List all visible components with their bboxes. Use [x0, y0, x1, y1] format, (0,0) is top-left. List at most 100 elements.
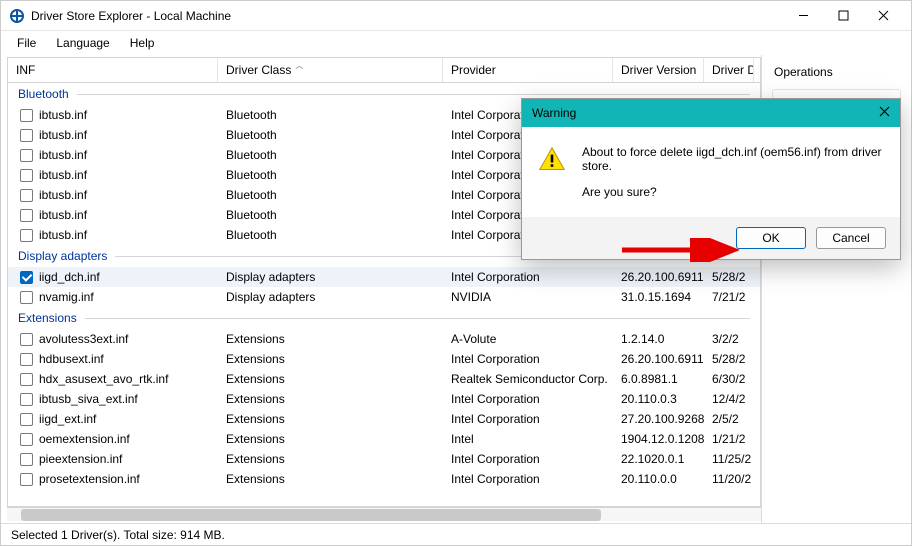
row-checkbox[interactable] [20, 189, 33, 202]
driver-date: 1/21/2 [704, 432, 754, 446]
row-checkbox[interactable] [20, 453, 33, 466]
scrollbar-thumb[interactable] [21, 509, 601, 521]
sort-asc-icon: ︿ [295, 60, 303, 71]
driver-version: 1.2.14.0 [613, 332, 704, 346]
row-checkbox[interactable] [20, 393, 33, 406]
row-checkbox[interactable] [20, 109, 33, 122]
driver-class: Bluetooth [218, 148, 443, 162]
window-controls [783, 2, 903, 30]
provider: NVIDIA [443, 290, 613, 304]
driver-class: Extensions [218, 412, 443, 426]
group-header[interactable]: Extensions [8, 307, 760, 329]
cancel-button[interactable]: Cancel [816, 227, 886, 249]
provider: Intel Corporation [443, 472, 613, 486]
col-provider[interactable]: Provider [443, 58, 613, 82]
menu-help[interactable]: Help [122, 34, 163, 52]
col-driver-version[interactable]: Driver Version [613, 58, 704, 82]
row-checkbox[interactable] [20, 129, 33, 142]
table-row[interactable]: prosetextension.infExtensionsIntel Corpo… [8, 469, 760, 489]
row-checkbox[interactable] [20, 169, 33, 182]
row-checkbox[interactable] [20, 433, 33, 446]
driver-class: Bluetooth [218, 228, 443, 242]
driver-version: 20.110.0.3 [613, 392, 704, 406]
dialog-line2: Are you sure? [582, 185, 884, 199]
provider: A-Volute [443, 332, 613, 346]
driver-version: 6.0.8981.1 [613, 372, 704, 386]
dialog-message: About to force delete iigd_dch.inf (oem5… [582, 145, 884, 199]
menu-language[interactable]: Language [48, 34, 117, 52]
col-inf[interactable]: INF [8, 58, 218, 82]
inf-name: ibtusb.inf [39, 148, 87, 162]
inf-name: hdbusext.inf [39, 352, 104, 366]
minimize-button[interactable] [783, 2, 823, 30]
inf-name: oemextension.inf [39, 432, 130, 446]
table-row[interactable]: iigd_dch.infDisplay adaptersIntel Corpor… [8, 267, 760, 287]
row-checkbox[interactable] [20, 291, 33, 304]
table-row[interactable]: oemextension.infExtensionsIntel1904.12.0… [8, 429, 760, 449]
operations-label: Operations [770, 63, 903, 87]
driver-class: Extensions [218, 332, 443, 346]
row-checkbox[interactable] [20, 209, 33, 222]
driver-class: Bluetooth [218, 128, 443, 142]
provider: Intel Corporation [443, 452, 613, 466]
dialog-line1: About to force delete iigd_dch.inf (oem5… [582, 145, 884, 173]
col-driver-class[interactable]: Driver Class︿ [218, 58, 443, 82]
app-window: Driver Store Explorer - Local Machine Fi… [0, 0, 912, 546]
row-checkbox[interactable] [20, 473, 33, 486]
row-checkbox[interactable] [20, 271, 33, 284]
dialog-body: About to force delete iigd_dch.inf (oem5… [522, 127, 900, 217]
driver-date: 5/28/2 [704, 352, 754, 366]
group-name: Extensions [18, 311, 77, 325]
dialog-titlebar[interactable]: Warning [522, 99, 900, 127]
inf-name: ibtusb.inf [39, 108, 87, 122]
driver-version: 26.20.100.6911 [613, 270, 704, 284]
status-text: Selected 1 Driver(s). Total size: 914 MB… [11, 528, 225, 542]
driver-version: 1904.12.0.1208 [613, 432, 704, 446]
maximize-button[interactable] [823, 2, 863, 30]
table-row[interactable]: hdbusext.infExtensionsIntel Corporation2… [8, 349, 760, 369]
menu-file[interactable]: File [9, 34, 44, 52]
annotation-arrow [620, 238, 750, 262]
horizontal-scrollbar[interactable] [7, 507, 761, 521]
driver-version: 26.20.100.6911 [613, 352, 704, 366]
inf-name: hdx_asusext_avo_rtk.inf [39, 372, 168, 386]
row-checkbox[interactable] [20, 413, 33, 426]
provider: Intel Corporation [443, 270, 613, 284]
row-checkbox[interactable] [20, 373, 33, 386]
driver-class: Bluetooth [218, 108, 443, 122]
close-button[interactable] [863, 2, 903, 30]
menubar: File Language Help [1, 31, 911, 55]
inf-name: ibtusb.inf [39, 228, 87, 242]
driver-date: 2/5/2 [704, 412, 754, 426]
driver-date: 11/20/2 [704, 472, 754, 486]
column-headers: INF Driver Class︿ Provider Driver Versio… [7, 57, 761, 83]
window-title: Driver Store Explorer - Local Machine [31, 9, 783, 23]
driver-class: Extensions [218, 452, 443, 466]
row-checkbox[interactable] [20, 229, 33, 242]
dialog-close-icon[interactable] [879, 106, 890, 120]
inf-name: ibtusb.inf [39, 188, 87, 202]
group-name: Bluetooth [18, 87, 69, 101]
table-row[interactable]: hdx_asusext_avo_rtk.infExtensionsRealtek… [8, 369, 760, 389]
driver-version: 22.1020.0.1 [613, 452, 704, 466]
inf-name: pieextension.inf [39, 452, 122, 466]
driver-class: Extensions [218, 392, 443, 406]
driver-class: Bluetooth [218, 208, 443, 222]
table-row[interactable]: pieextension.inf ExtensionsIntel Corporat… [8, 449, 760, 469]
provider: Intel Corporation [443, 352, 613, 366]
col-driver-date[interactable]: Driver D [704, 58, 754, 82]
table-row[interactable]: avolutess3ext.infExtensionsA-Volute1.2.1… [8, 329, 760, 349]
driver-class: Bluetooth [218, 168, 443, 182]
row-checkbox[interactable] [20, 353, 33, 366]
table-row[interactable]: nvamig.infDisplay adaptersNVIDIA31.0.15.… [8, 287, 760, 307]
row-checkbox[interactable] [20, 333, 33, 346]
driver-date: 5/28/2 [704, 270, 754, 284]
warning-dialog: Warning About to force delete iigd_dch.i… [521, 98, 901, 260]
inf-name: iigd_dch.inf [39, 270, 100, 284]
table-row[interactable]: ibtusb_siva_ext.infExtensionsIntel Corpo… [8, 389, 760, 409]
driver-date: 3/2/2 [704, 332, 754, 346]
inf-name: iigd_ext.inf [39, 412, 96, 426]
table-row[interactable]: iigd_ext.infExtensionsIntel Corporation2… [8, 409, 760, 429]
inf-name: ibtusb_siva_ext.inf [39, 392, 138, 406]
row-checkbox[interactable] [20, 149, 33, 162]
